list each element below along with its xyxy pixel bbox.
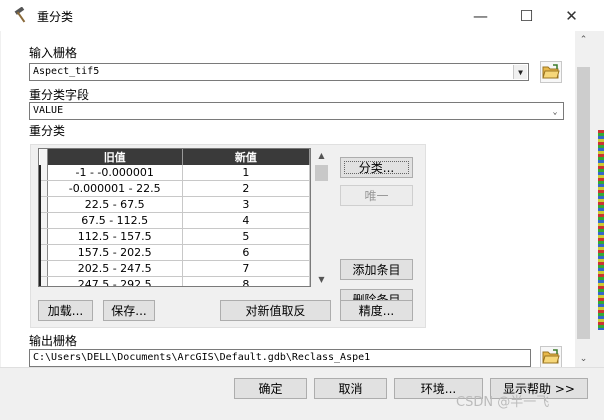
output-raster-label: 输出栅格 bbox=[29, 334, 78, 348]
table-row[interactable]: 202.5 - 247.5 7 bbox=[39, 260, 310, 277]
old-value-cell[interactable]: 67.5 - 112.5 bbox=[47, 212, 183, 229]
old-value-cell[interactable]: -1 - -0.000001 bbox=[47, 165, 183, 181]
new-value-cell[interactable]: 6 bbox=[182, 244, 310, 261]
row-header[interactable] bbox=[39, 212, 48, 229]
reclass-field-label: 重分类字段 bbox=[29, 88, 90, 102]
table-row[interactable]: -0.000001 - 22.5 2 bbox=[39, 180, 310, 197]
chevron-down-icon[interactable]: ⌄ bbox=[575, 350, 592, 367]
input-raster-label: 输入栅格 bbox=[29, 46, 78, 60]
table-scrollbar[interactable]: ▲ ▼ bbox=[313, 148, 330, 287]
folder-open-icon bbox=[542, 64, 560, 79]
new-values-header[interactable]: 新值 bbox=[182, 149, 310, 165]
row-header[interactable] bbox=[39, 276, 48, 286]
window-title: 重分类 bbox=[37, 10, 74, 24]
reclassify-dialog: 重分类 — ☐ ✕ 输入栅格 Aspect_tif5 ▼ 重分类字段 VALUE… bbox=[0, 0, 604, 420]
input-raster-value: Aspect_tif5 bbox=[33, 66, 100, 77]
add-entry-button[interactable]: 添加条目 bbox=[340, 259, 413, 280]
close-icon: ✕ bbox=[565, 6, 578, 25]
new-value-cell[interactable]: 1 bbox=[182, 165, 310, 181]
maximize-icon: ☐ bbox=[519, 6, 534, 25]
classify-button[interactable]: 分类... bbox=[340, 157, 413, 178]
reverse-new-values-button[interactable]: 对新值取反 bbox=[220, 300, 331, 321]
precision-button[interactable]: 精度... bbox=[340, 300, 413, 321]
chevron-down-icon[interactable]: ⌄ bbox=[548, 104, 562, 118]
old-values-header[interactable]: 旧值 bbox=[47, 149, 183, 165]
reclass-field-value: VALUE bbox=[33, 105, 64, 116]
dialog-scrollbar[interactable]: ⌃ ⌄ bbox=[575, 31, 592, 367]
load-button[interactable]: 加载... bbox=[38, 300, 93, 321]
row-header[interactable] bbox=[39, 244, 48, 261]
table-row[interactable]: -1 - -0.000001 1 bbox=[39, 165, 310, 181]
maximize-button[interactable]: ☐ bbox=[504, 0, 549, 31]
unique-button[interactable]: 唯一 bbox=[340, 185, 413, 206]
reclassification-group: 旧值 新值 -1 - -0.000001 1 -0.000001 - 22.5 bbox=[30, 144, 426, 328]
row-header[interactable] bbox=[39, 196, 48, 213]
table-row[interactable]: 247.5 - 292.5 8 bbox=[39, 276, 310, 286]
chevron-up-icon[interactable]: ▲ bbox=[313, 148, 330, 163]
watermark: CSDN @半一飞 bbox=[456, 395, 550, 410]
output-raster-field[interactable]: C:\Users\DELL\Documents\ArcGIS\Default.g… bbox=[29, 349, 531, 367]
minimize-icon: — bbox=[473, 6, 488, 25]
reclass-table[interactable]: 旧值 新值 -1 - -0.000001 1 -0.000001 - 22.5 bbox=[38, 148, 311, 287]
new-value-cell[interactable]: 5 bbox=[182, 228, 310, 245]
new-value-cell[interactable]: 4 bbox=[182, 212, 310, 229]
table-row[interactable]: 157.5 - 202.5 6 bbox=[39, 244, 310, 261]
row-header[interactable] bbox=[39, 180, 48, 197]
chevron-up-icon[interactable]: ⌃ bbox=[575, 31, 592, 48]
minimize-button[interactable]: — bbox=[458, 0, 503, 31]
tool-parameters-panel[interactable]: 输入栅格 Aspect_tif5 ▼ 重分类字段 VALUE ⌄ 重分类 旧值 … bbox=[1, 31, 575, 367]
new-value-cell[interactable]: 7 bbox=[182, 260, 310, 277]
save-button[interactable]: 保存... bbox=[103, 300, 155, 321]
background-map-strip bbox=[598, 130, 604, 330]
old-value-cell[interactable]: 247.5 - 292.5 bbox=[47, 276, 183, 286]
table-row[interactable]: 22.5 - 67.5 3 bbox=[39, 196, 310, 213]
chevron-down-icon[interactable]: ▼ bbox=[313, 272, 330, 287]
row-header[interactable] bbox=[39, 228, 48, 245]
row-header[interactable] bbox=[39, 260, 48, 277]
new-value-cell[interactable]: 8 bbox=[182, 276, 310, 286]
table-row[interactable]: 67.5 - 112.5 4 bbox=[39, 212, 310, 229]
table-row[interactable]: 112.5 - 157.5 5 bbox=[39, 228, 310, 245]
old-value-cell[interactable]: -0.000001 - 22.5 bbox=[47, 180, 183, 197]
table-scrollbar-thumb[interactable] bbox=[315, 165, 328, 181]
row-header-corner bbox=[40, 149, 48, 165]
old-value-cell[interactable]: 112.5 - 157.5 bbox=[47, 228, 183, 245]
dialog-scrollbar-thumb[interactable] bbox=[577, 67, 590, 339]
input-raster-browse-button[interactable] bbox=[540, 61, 562, 83]
chevron-down-icon[interactable]: ▼ bbox=[513, 65, 527, 79]
output-raster-browse-button[interactable] bbox=[540, 346, 562, 367]
close-button[interactable]: ✕ bbox=[549, 0, 594, 31]
old-value-cell[interactable]: 157.5 - 202.5 bbox=[47, 244, 183, 261]
output-raster-value: C:\Users\DELL\Documents\ArcGIS\Default.g… bbox=[33, 352, 371, 363]
ok-button[interactable]: 确定 bbox=[234, 378, 307, 399]
new-value-cell[interactable]: 2 bbox=[182, 180, 310, 197]
old-value-cell[interactable]: 22.5 - 67.5 bbox=[47, 196, 183, 213]
reclassification-label: 重分类 bbox=[29, 124, 66, 138]
title-bar[interactable]: 重分类 — ☐ ✕ bbox=[0, 0, 604, 31]
cancel-button[interactable]: 取消 bbox=[314, 378, 387, 399]
old-value-cell[interactable]: 202.5 - 247.5 bbox=[47, 260, 183, 277]
reclass-field-combobox[interactable]: VALUE ⌄ bbox=[29, 102, 564, 120]
hammer-icon bbox=[14, 7, 26, 23]
folder-open-icon bbox=[542, 349, 560, 364]
new-value-cell[interactable]: 3 bbox=[182, 196, 310, 213]
input-raster-combobox[interactable]: Aspect_tif5 ▼ bbox=[29, 63, 529, 81]
row-header[interactable] bbox=[39, 165, 48, 181]
